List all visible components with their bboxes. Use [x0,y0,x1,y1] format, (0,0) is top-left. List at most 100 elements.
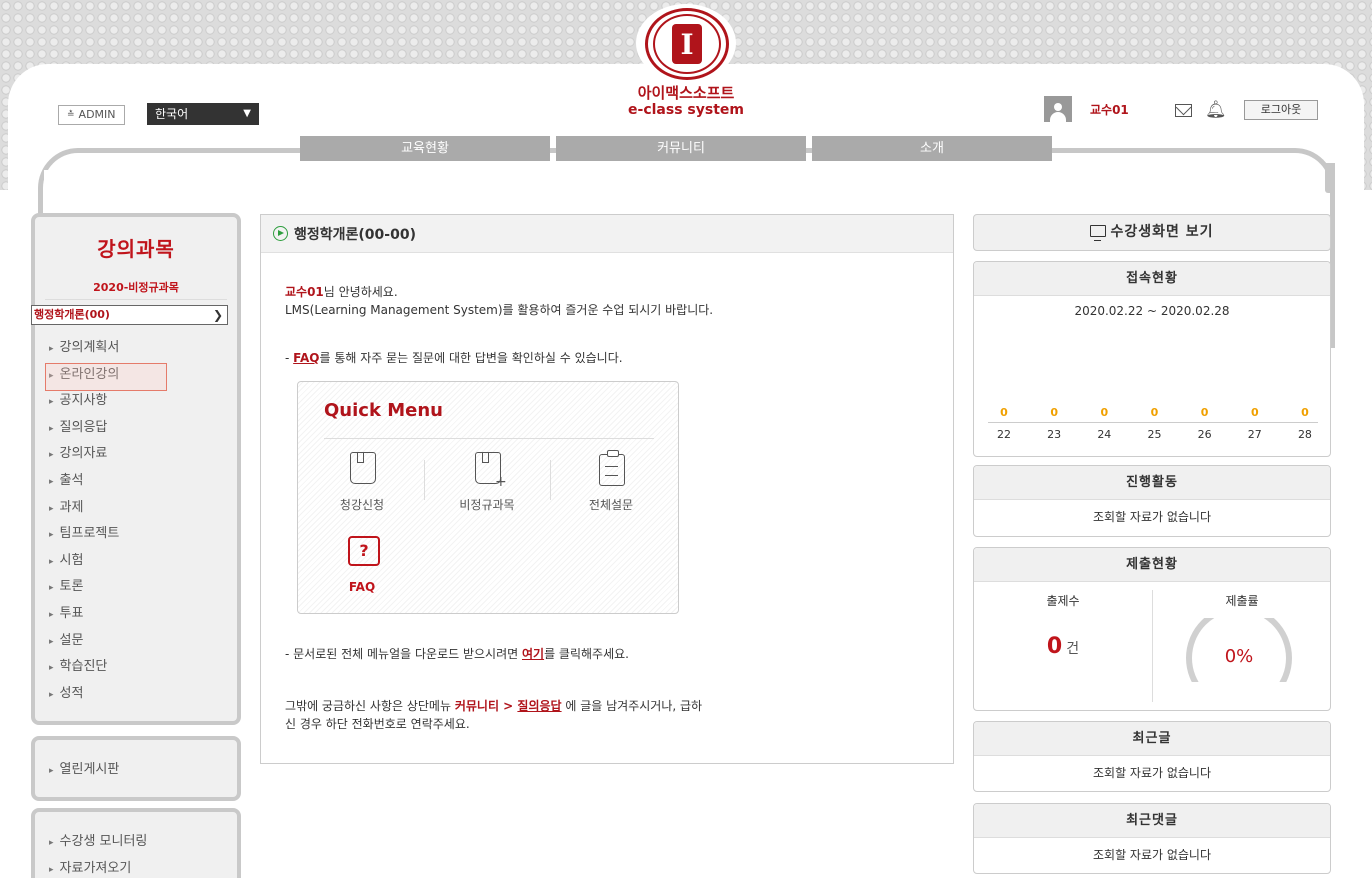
access-value: 0 [1050,406,1058,419]
quick-menu-divider [324,438,654,439]
admin-button[interactable]: ≛ ADMIN [58,105,125,125]
sidebar-item-attendance[interactable]: 출석 [49,468,237,495]
course-menu-list: 강의계획서 온라인강의 공지사항 질의응답 강의자료 출석 과제 팀프로젝트 시… [35,335,237,707]
username[interactable]: 교수01 [1090,101,1129,118]
recent-posts-box: 최근글 조회할 자료가 없습니다 [973,721,1331,792]
recent-comments-empty: 조회할 자료가 없습니다 [1092,848,1212,862]
monitor-icon [1090,225,1107,241]
submission-count: 0 건 [974,634,1152,659]
access-value: 0 [1200,406,1209,419]
book-add-icon: + [469,452,507,490]
access-day: 27 [1247,428,1262,441]
nav-community[interactable]: 커뮤니티 [556,136,806,161]
sidebar-tools-box: 수강생 모니터링 자료가져오기 [31,808,241,878]
mail-icon[interactable] [1175,104,1192,117]
access-status-title: 접속현황 [974,262,1330,296]
access-days-row: 22 23 24 25 26 27 28 [992,428,1317,441]
quick-menu: Quick Menu 청강신청 + 비정규과목 전체설문 ? FAQ [297,381,679,614]
quick-audit-label: 청강신청 [339,498,385,512]
student-view-button[interactable]: 수강생화면 보기 [973,214,1331,251]
faq-text: 를 통해 자주 묻는 질문에 대한 답변을 확인하실 수 있습니다. [319,351,623,365]
recent-posts-empty: 조회할 자료가 없습니다 [1092,766,1212,780]
sidebar-item-syllabus[interactable]: 강의계획서 [49,335,237,362]
brand-name[interactable]: 아이맥스소프트 [596,86,776,101]
page-title: 행정학개론(00-00) [294,226,416,243]
sidebar-board-box: 열린게시판 [31,736,241,801]
sidebar-item-vote[interactable]: 투표 [49,601,237,628]
dropdown-arrow-icon: ▼ [243,108,251,119]
sidebar-item-assignment[interactable]: 과제 [49,495,237,522]
access-range: 2020.02.22 ~ 2020.02.28 [1074,304,1230,318]
frame-edge [1325,163,1335,193]
brand-subtitle[interactable]: e-class system [596,103,776,118]
chart-axis [988,422,1318,423]
sidebar-course-menu: 강의과목 2020-비정규과목 행정학개론(00) ❯ 강의계획서 온라인강의 … [31,213,241,725]
recent-posts-title: 최근글 [974,722,1330,756]
quick-menu-separator [424,460,425,500]
sidebar-item-discussion[interactable]: 토론 [49,574,237,601]
progress-title: 진행활동 [974,466,1330,500]
access-status-box: 접속현황 2020.02.22 ~ 2020.02.28 0 0 0 0 0 0… [973,261,1331,457]
sidebar-category: 2020-비정규과목 [45,279,227,300]
quick-survey-button[interactable]: 전체설문 [561,450,661,513]
language-select[interactable]: 한국어 ▼ [147,103,259,125]
logout-button[interactable]: 로그아웃 [1244,100,1318,120]
sidebar-item-survey[interactable]: 설문 [49,628,237,655]
main-header: 행정학개론(00-00) [261,215,953,253]
sidebar-item-diagnosis[interactable]: 학습진단 [49,654,237,681]
course-select[interactable]: 행정학개론(00) ❯ [31,305,228,325]
help-menu-path: 커뮤니티 > [454,699,518,713]
sidebar-item-import-data[interactable]: 자료가져오기 [49,856,237,878]
sidebar-item-open-board[interactable]: 열린게시판 [49,757,237,784]
nav-about[interactable]: 소개 [812,136,1052,161]
sidebar-item-qna[interactable]: 질의응답 [49,415,237,442]
chevron-down-icon: ❯ [212,308,223,322]
manual-text: - 문서로된 전체 메뉴얼을 다운로드 받으시려면 [285,647,522,661]
clipboard-icon [593,450,629,488]
quick-audit-button[interactable]: 청강신청 [312,452,412,513]
submission-title: 제출현황 [974,548,1330,582]
progress-box: 진행활동 조회할 자료가 없습니다 [973,465,1331,537]
help-line: 그밖에 궁금하신 사항은 상단메뉴 커뮤니티 > 질의응답 에 글을 남겨주시거… [285,697,702,715]
bell-icon[interactable]: 🔔︎ [1205,100,1227,120]
access-day: 24 [1097,428,1112,441]
access-day: 25 [1147,428,1162,441]
help-line-2: 신 경우 하단 전화번호로 연락주세요. [285,717,470,731]
quick-nonregular-button[interactable]: + 비정규과목 [437,452,537,513]
qna-link[interactable]: 질의응답 [517,699,561,713]
greeting: 교수01님 안녕하세요. [285,283,398,301]
quick-nonregular-label: 비정규과목 [459,498,515,512]
manual-link[interactable]: 여기 [522,647,544,661]
access-value: 0 [1301,406,1309,419]
access-day: 28 [1297,428,1312,441]
student-view-label: 수강생화면 보기 [1110,224,1214,240]
access-value: 0 [1150,406,1159,419]
quick-menu-title: Quick Menu [324,400,443,421]
sidebar-title: 강의과목 [97,237,175,261]
sidebar-item-team-project[interactable]: 팀프로젝트 [49,521,237,548]
sidebar-item-student-monitoring[interactable]: 수강생 모니터링 [49,829,237,856]
nav-edu-status[interactable]: 교육현황 [300,136,550,161]
recent-comments-box: 최근댓글 조회할 자료가 없습니다 [973,803,1331,874]
logo-letter: I [672,24,702,64]
quick-faq-button[interactable]: ? FAQ [312,536,412,594]
access-value: 0 [1100,406,1109,419]
course-select-value: 행정학개론(00) [34,308,110,321]
sidebar-item-grades[interactable]: 성적 [49,681,237,708]
tools-menu-list: 수강생 모니터링 자료가져오기 [35,829,237,878]
frame-cover [44,170,1330,215]
intro-text: LMS(Learning Management System)를 활용하여 즐거… [285,303,714,317]
help-text: 그밖에 궁금하신 사항은 상단메뉴 [285,699,455,713]
faq-prefix: - [285,351,294,365]
manual-line: - 문서로된 전체 메뉴얼을 다운로드 받으시려면 여기를 클릭해주세요. [285,645,629,663]
access-value: 0 [1000,406,1008,419]
faq-link[interactable]: FAQ [293,351,319,365]
access-value: 0 [1250,406,1259,419]
sidebar-item-exam[interactable]: 시험 [49,548,237,575]
main-panel: 행정학개론(00-00) 교수01님 안녕하세요. LMS(Learning M… [260,214,954,764]
progress-empty: 조회할 자료가 없습니다 [1092,510,1212,524]
sidebar-item-online-lecture[interactable]: 온라인강의 [45,362,237,391]
avatar[interactable] [1044,96,1072,122]
sidebar-item-notice[interactable]: 공지사항 [49,388,237,415]
sidebar-item-materials[interactable]: 강의자료 [49,441,237,468]
